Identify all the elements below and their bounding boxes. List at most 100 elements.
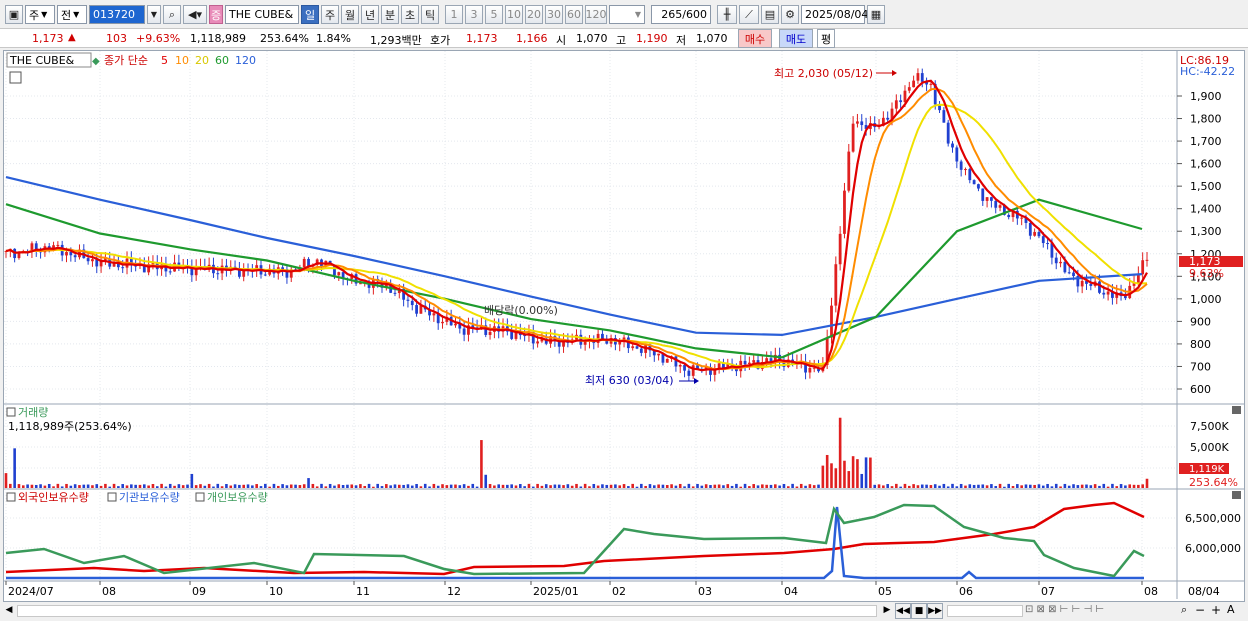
stock-code-input[interactable]: 013720 [89, 5, 145, 24]
chart-svg[interactable]: 1,9001,8001,7001,6001,5001,4001,3001,200… [4, 51, 1244, 601]
volume-bar [808, 484, 812, 488]
interval-custom-input[interactable]: ▼ [609, 5, 645, 24]
candle-body [302, 258, 306, 268]
period-minute-button[interactable]: 분 [381, 5, 399, 24]
volume-bar [337, 484, 341, 488]
volume-bar [899, 486, 902, 488]
period-day-button[interactable]: 일 [301, 5, 319, 24]
volume-bar [117, 486, 120, 488]
sound-icon[interactable]: ◀▾ [183, 5, 207, 24]
candle-body [1046, 243, 1049, 245]
volume-bar [588, 486, 591, 488]
volume-bar [942, 483, 946, 488]
volume-bar [955, 486, 959, 488]
scroll-track-2[interactable] [947, 605, 1023, 617]
volume-bar [583, 483, 587, 488]
first-button[interactable]: ◀◀ [895, 603, 911, 619]
candle-body [691, 365, 695, 376]
prev-select[interactable]: 전 ▼ [57, 5, 87, 24]
zoom-out-icon[interactable]: − [1195, 602, 1205, 618]
volume-bar [359, 484, 362, 488]
interval-5-button[interactable]: 5 [485, 5, 503, 24]
volume-bar [920, 484, 924, 488]
volume-title: 거래량 [18, 406, 48, 419]
ma5-line [5, 79, 1148, 372]
volume-bar [242, 484, 246, 488]
scroll-right-button[interactable]: ▶ [881, 603, 893, 617]
interval-60-button[interactable]: 60 [565, 5, 583, 24]
scroll-track[interactable] [17, 605, 877, 617]
average-button[interactable]: 평 [817, 29, 835, 48]
period-tick-button[interactable]: 틱 [421, 5, 439, 24]
zoom-icon[interactable]: ⌕ [1181, 602, 1187, 618]
volume-bar [108, 486, 112, 488]
count-field[interactable]: 265/600 [651, 5, 711, 24]
volume-bar [60, 486, 64, 488]
candle-body [994, 200, 998, 208]
buy-button[interactable]: 매수 [738, 29, 772, 48]
volume-bar [536, 483, 539, 488]
interval-10-button[interactable]: 10 [505, 5, 523, 24]
search-icon[interactable]: ⌕ [163, 5, 181, 24]
legend-ma20: 20 [195, 54, 209, 67]
volume-bar [147, 485, 150, 488]
ask-price: 1,173 [466, 32, 498, 45]
candle-body [1080, 280, 1084, 287]
code-dropdown-button[interactable]: ▼ [147, 5, 161, 24]
volume-bar [743, 483, 747, 488]
candle-type-icon[interactable]: ╫ [717, 5, 737, 24]
market-select[interactable]: 주 ▼ [25, 5, 55, 24]
volume-bar [812, 485, 816, 488]
chart-frame[interactable]: 1,900 1,800 1,700 1,600 1,500 1,400 1,300 1,200… [3, 50, 1245, 602]
volume-bar [968, 484, 972, 488]
period-week-button[interactable]: 주 [321, 5, 339, 24]
volume-bar [199, 484, 202, 488]
interval-20-button[interactable]: 20 [525, 5, 543, 24]
open-price: 1,070 [576, 32, 608, 45]
tools-icons[interactable]: ⊡ ⊠ ⊠ ⊢ ⊢ ⊣ ⊢ [1025, 602, 1125, 618]
volume-bar [946, 486, 950, 488]
volume-bar [670, 484, 673, 488]
grid-toggle-icon[interactable] [9, 71, 22, 84]
volume-bar [350, 484, 354, 488]
candle-body [1136, 274, 1140, 283]
volume-bar [462, 484, 466, 488]
last-button[interactable]: ▶▶ [927, 603, 943, 619]
interval-1-button[interactable]: 1 [445, 5, 463, 24]
candle-body [955, 147, 959, 162]
chart-layout-icon[interactable]: ▣ [5, 5, 23, 24]
interval-120-button[interactable]: 120 [585, 5, 607, 24]
holder-pane-close-icon[interactable] [1232, 491, 1241, 499]
volume-pane-close-icon[interactable] [1232, 406, 1241, 414]
volume-bar [998, 483, 1002, 488]
tools-icon[interactable]: ⟋ [739, 5, 759, 24]
gear-icon[interactable]: ⚙ [781, 5, 799, 24]
zoom-in-icon[interactable]: + [1211, 602, 1221, 618]
autoscale-icon[interactable]: A [1227, 602, 1235, 618]
volume-bar [367, 483, 371, 488]
sell-button[interactable]: 매도 [779, 29, 813, 48]
stop-button[interactable]: ■ [911, 603, 927, 619]
save-icon[interactable]: ▤ [761, 5, 779, 24]
volume-bar [1024, 484, 1028, 488]
volume-bar [696, 483, 699, 488]
interval-3-button[interactable]: 3 [465, 5, 483, 24]
volume-bar [26, 484, 29, 488]
stock-name-field[interactable]: THE CUBE& [225, 5, 299, 24]
volume-bar [964, 485, 967, 488]
candle-body [73, 255, 77, 258]
period-month-button[interactable]: 월 [341, 5, 359, 24]
volume-bar [700, 485, 704, 488]
candle-body [959, 161, 963, 170]
candle-body [441, 321, 444, 324]
volume-bar [648, 484, 652, 488]
scroll-left-button[interactable]: ◀ [3, 604, 15, 616]
volume-bar [436, 485, 440, 488]
interval-30-button[interactable]: 30 [545, 5, 563, 24]
calendar-icon[interactable]: ▦ [867, 5, 885, 24]
period-year-button[interactable]: 년 [361, 5, 379, 24]
volume-bar [652, 485, 656, 488]
date-field[interactable]: 2025/08/04 [801, 5, 868, 24]
candle-body [639, 348, 643, 353]
period-second-button[interactable]: 초 [401, 5, 419, 24]
